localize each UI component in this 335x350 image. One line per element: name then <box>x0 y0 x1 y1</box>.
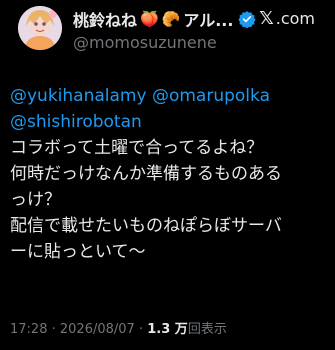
tweet-meta: 17:28 · 2026/08/07 · 1.3 万回表示 <box>10 318 227 337</box>
views-label: 回表示 <box>187 322 227 337</box>
name-row[interactable]: 桃鈴ねね 🍑 🥐 アル... <box>73 7 257 31</box>
meta-separator: · <box>138 322 144 337</box>
meta-separator: · <box>51 322 56 337</box>
peach-emoji-icon: 🍑 <box>140 9 159 28</box>
brand-suffix: .com <box>275 9 315 28</box>
verified-badge-icon <box>238 10 257 28</box>
x-logo-icon: 𝕏 <box>259 8 274 29</box>
tweet-time[interactable]: 17:28 <box>10 322 47 337</box>
tweet-line: 配信で載せたいものねぽらぼサーバ <box>10 216 282 236</box>
avatar[interactable] <box>18 6 62 50</box>
tweet-line: ーに貼っといて〜 <box>10 242 146 262</box>
tweet-line: っけ？ <box>10 190 61 210</box>
tweet-line: 何時だっけなんか準備するものある <box>10 164 282 184</box>
user-handle[interactable]: @momosuzunene <box>73 33 217 52</box>
display-name-suffix[interactable]: アル... <box>183 7 233 31</box>
tweet-date[interactable]: 2026/08/07 <box>60 322 135 337</box>
display-name[interactable]: 桃鈴ねね <box>73 7 137 31</box>
mention-link[interactable]: @omarupolka <box>152 86 270 106</box>
mention-link[interactable]: @shishirobotan <box>10 109 325 135</box>
tweet-header: 桃鈴ねね 🍑 🥐 アル... @momosuzunene 𝕏 .com <box>10 0 325 70</box>
views-count: 1.3 万 <box>147 322 188 337</box>
tweet-card: 桃鈴ねね 🍑 🥐 アル... @momosuzunene 𝕏 .com @yuk… <box>0 0 335 350</box>
avatar-image <box>18 6 62 50</box>
croissant-emoji-icon: 🥐 <box>161 9 181 28</box>
mention-link[interactable]: @yukihanalamy <box>10 86 147 106</box>
tweet-line: コラボって土曜で合ってるよね？ <box>10 138 264 158</box>
brand-logo: 𝕏 .com <box>259 8 315 29</box>
tweet-text: @yukihanalamy @omarupolka @shishirobotan… <box>10 83 325 265</box>
